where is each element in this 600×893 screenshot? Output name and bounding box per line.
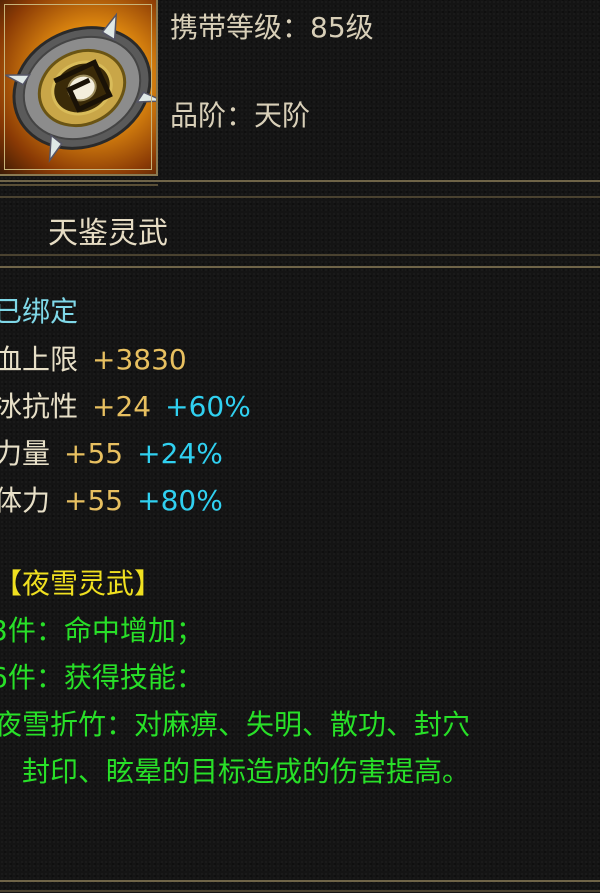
set-bonus-6: 6件：获得技能： [0, 661, 204, 694]
attribute-label: 体力 [0, 484, 51, 517]
divider [0, 180, 600, 182]
set-bonus-3: 3件：命中增加； [0, 614, 204, 647]
attribute-percent: +24% [137, 437, 223, 470]
divider [0, 254, 600, 256]
attribute-percent: +60% [165, 390, 251, 423]
divider [0, 890, 600, 892]
set-skill-line1: 夜雪折竹：对麻痹、失明、散功、封穴 [0, 708, 471, 741]
attribute-value: +55 [64, 437, 124, 470]
attribute-row: 力量 +55 +24% [0, 432, 223, 472]
bound-status: 已绑定 [0, 295, 79, 328]
grade-text: 品阶：天阶 [170, 99, 311, 132]
carry-level-text: 携带等级：85级 [170, 11, 374, 44]
attribute-label: 冰抗性 [0, 390, 79, 423]
attribute-value: +24 [92, 390, 152, 423]
divider [0, 880, 600, 882]
set-skill-line2: 封印、眩晕的目标造成的伤害提高。 [22, 755, 471, 788]
item-name: 天鉴灵武 [48, 216, 168, 251]
divider [0, 266, 600, 268]
attribute-label: 力量 [0, 437, 51, 470]
attribute-row: 体力 +55 +80% [0, 479, 223, 519]
item-icon [0, 0, 158, 176]
circular-shield-wheel-icon [5, 12, 156, 164]
set-title: 【夜雪灵武】 [0, 567, 163, 600]
divider [0, 196, 600, 198]
attribute-row: 血上限 +3830 [0, 338, 187, 378]
attribute-label: 血上限 [0, 343, 79, 376]
attribute-value: +55 [64, 484, 124, 517]
attribute-value: +3830 [92, 343, 187, 376]
attribute-row: 冰抗性 +24 +60% [0, 385, 251, 425]
attribute-percent: +80% [137, 484, 223, 517]
